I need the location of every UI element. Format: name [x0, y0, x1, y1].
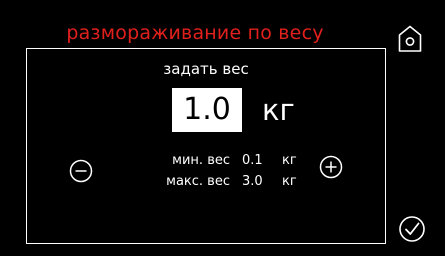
checkmark-circle-icon: [399, 216, 425, 242]
max-weight-row: макс. вес 3.0 кг: [140, 171, 312, 192]
min-weight-row: мин. вес 0.1 кг: [140, 150, 312, 171]
weight-unit-label: кг: [262, 93, 295, 127]
weight-limits: мин. вес 0.1 кг макс. вес 3.0 кг: [140, 150, 312, 192]
minus-circle-icon: [69, 159, 93, 183]
page-title: размораживание по весу: [66, 22, 324, 44]
home-button[interactable]: [397, 24, 423, 54]
min-weight-value: 0.1: [242, 153, 263, 168]
decrease-weight-button[interactable]: [69, 159, 93, 183]
max-weight-label: макс. вес: [166, 174, 230, 189]
max-weight-value: 3.0: [242, 174, 263, 189]
plus-circle-icon: [319, 155, 343, 179]
min-weight-label: мин. вес: [172, 153, 230, 168]
max-weight-unit: кг: [282, 174, 297, 189]
home-icon: [398, 25, 422, 52]
weight-value-display[interactable]: 1.0: [172, 88, 242, 132]
confirm-button[interactable]: [398, 215, 426, 243]
set-weight-label: задать вес: [163, 60, 249, 78]
defrost-by-weight-screen: размораживание по весу задать вес 1.0 кг…: [0, 0, 445, 256]
increase-weight-button[interactable]: [319, 155, 343, 179]
min-weight-unit: кг: [282, 153, 297, 168]
